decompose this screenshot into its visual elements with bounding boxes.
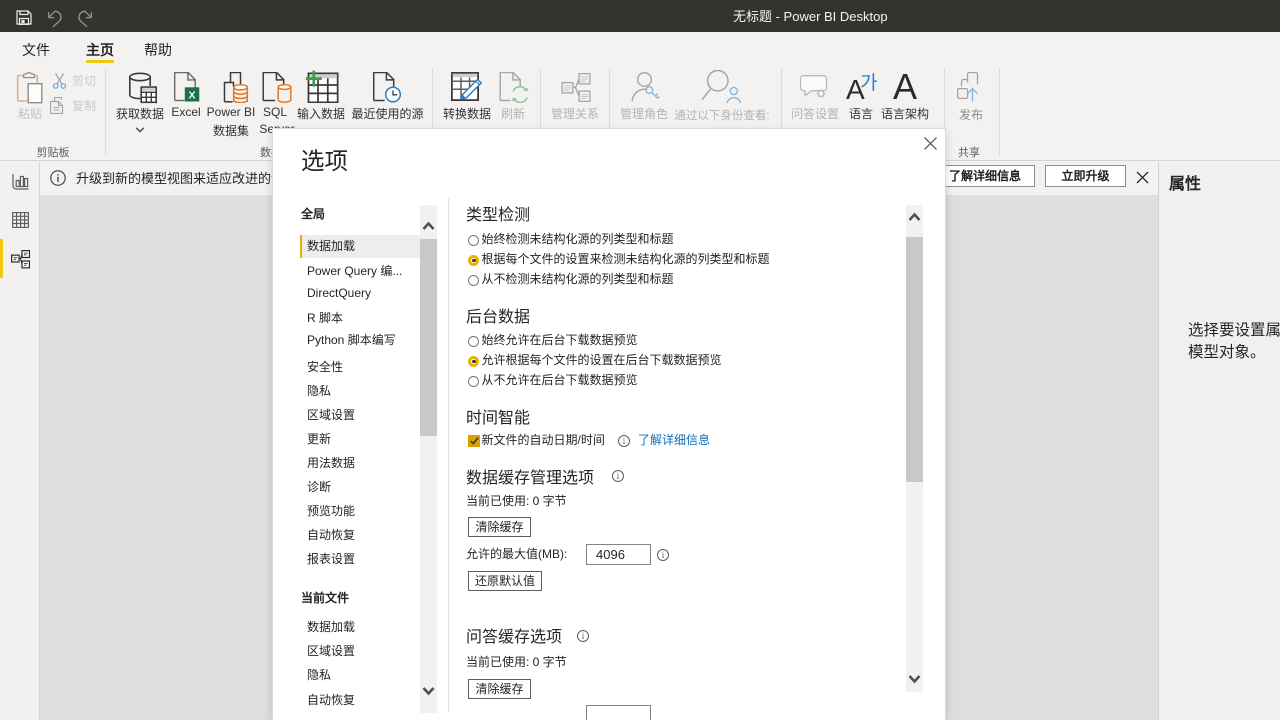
svg-text:X: X <box>188 89 195 101</box>
